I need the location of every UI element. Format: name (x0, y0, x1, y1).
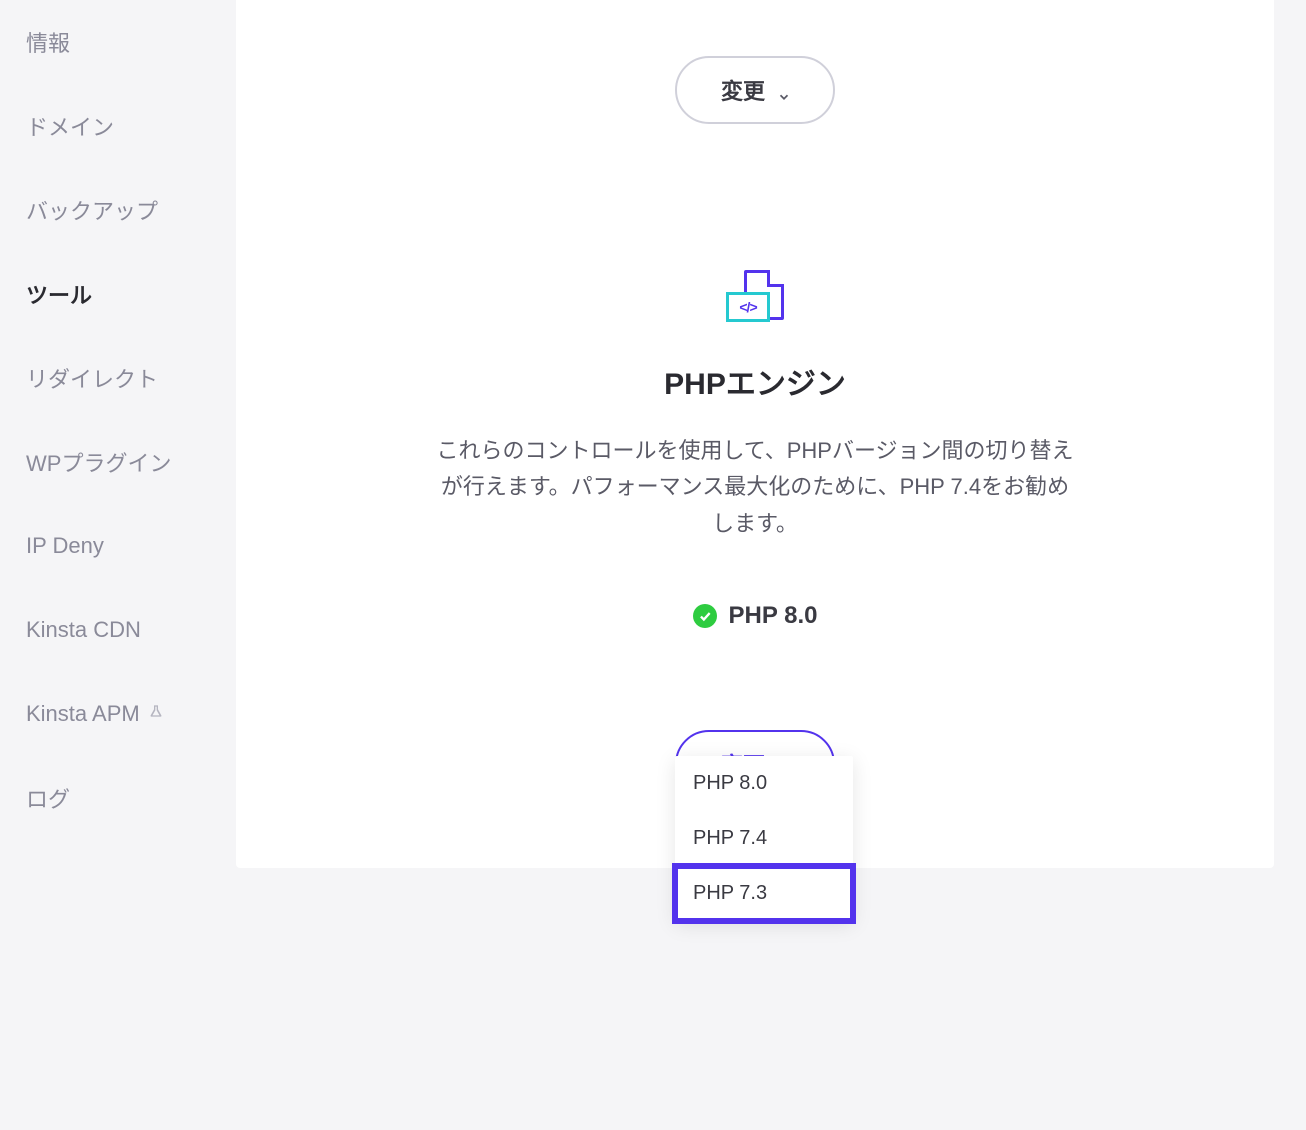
top-section: 変更 (236, 0, 1274, 124)
sidebar-item-label: リダイレクト (26, 362, 158, 394)
main-content: 変更 </> PHPエンジン これらのコントロールを使用して、PHPバージョン間… (236, 0, 1306, 1130)
sidebar: 情報 ドメイン バックアップ ツール リダイレクト WPプラグイン IP Den… (0, 0, 236, 1130)
check-circle-icon (693, 604, 717, 628)
sidebar-item-label: 情報 (26, 26, 70, 58)
option-label: PHP 7.3 (693, 882, 767, 904)
php-engine-description: これらのコントロールを使用して、PHPバージョン間の切り替えが行えます。パフォー… (436, 433, 1074, 542)
beaker-icon (148, 704, 164, 725)
button-label: 変更 (721, 74, 765, 106)
sidebar-item-label: バックアップ (26, 194, 158, 226)
php-change-dropdown: 変更 PHP 8.0 PHP 7.4 PHP 7.3 (675, 674, 835, 798)
sidebar-item-ip-deny[interactable]: IP Deny (26, 504, 210, 588)
chevron-down-icon (777, 84, 789, 96)
php-version-menu: PHP 8.0 PHP 7.4 PHP 7.3 (675, 756, 853, 921)
sidebar-item-label: ツール (26, 278, 92, 310)
php-current-version: PHP 8.0 (729, 602, 818, 630)
sidebar-item-label: IP Deny (26, 533, 104, 559)
sidebar-item-info[interactable]: 情報 (26, 0, 210, 84)
option-label: PHP 7.4 (693, 827, 767, 849)
php-version-option[interactable]: PHP 8.0 (675, 756, 853, 811)
sidebar-item-kinsta-apm[interactable]: Kinsta APM (26, 672, 210, 756)
php-engine-icon: </> (726, 270, 784, 324)
option-label: PHP 8.0 (693, 772, 767, 794)
sidebar-item-label: Kinsta APM (26, 701, 140, 727)
sidebar-item-backup[interactable]: バックアップ (26, 168, 210, 252)
php-engine-title: PHPエンジン (436, 359, 1074, 403)
sidebar-item-label: ドメイン (26, 110, 114, 142)
sidebar-item-wp-plugins[interactable]: WPプラグイン (26, 420, 210, 504)
change-button-top[interactable]: 変更 (675, 56, 835, 124)
sidebar-item-kinsta-cdn[interactable]: Kinsta CDN (26, 588, 210, 672)
sidebar-item-redirects[interactable]: リダイレクト (26, 336, 210, 420)
sidebar-item-label: WPプラグイン (26, 446, 171, 478)
content-card: 変更 </> PHPエンジン これらのコントロールを使用して、PHPバージョン間… (236, 0, 1274, 868)
sidebar-item-tools[interactable]: ツール (26, 252, 210, 336)
php-version-option[interactable]: PHP 7.4 (675, 811, 853, 866)
sidebar-item-label: ログ (26, 782, 70, 814)
php-current-version-row: PHP 8.0 (436, 602, 1074, 630)
sidebar-item-domains[interactable]: ドメイン (26, 84, 210, 168)
sidebar-item-logs[interactable]: ログ (26, 756, 210, 840)
php-engine-section: </> PHPエンジン これらのコントロールを使用して、PHPバージョン間の切り… (236, 270, 1274, 798)
sidebar-item-label: Kinsta CDN (26, 617, 141, 643)
php-version-option[interactable]: PHP 7.3 (675, 866, 853, 921)
